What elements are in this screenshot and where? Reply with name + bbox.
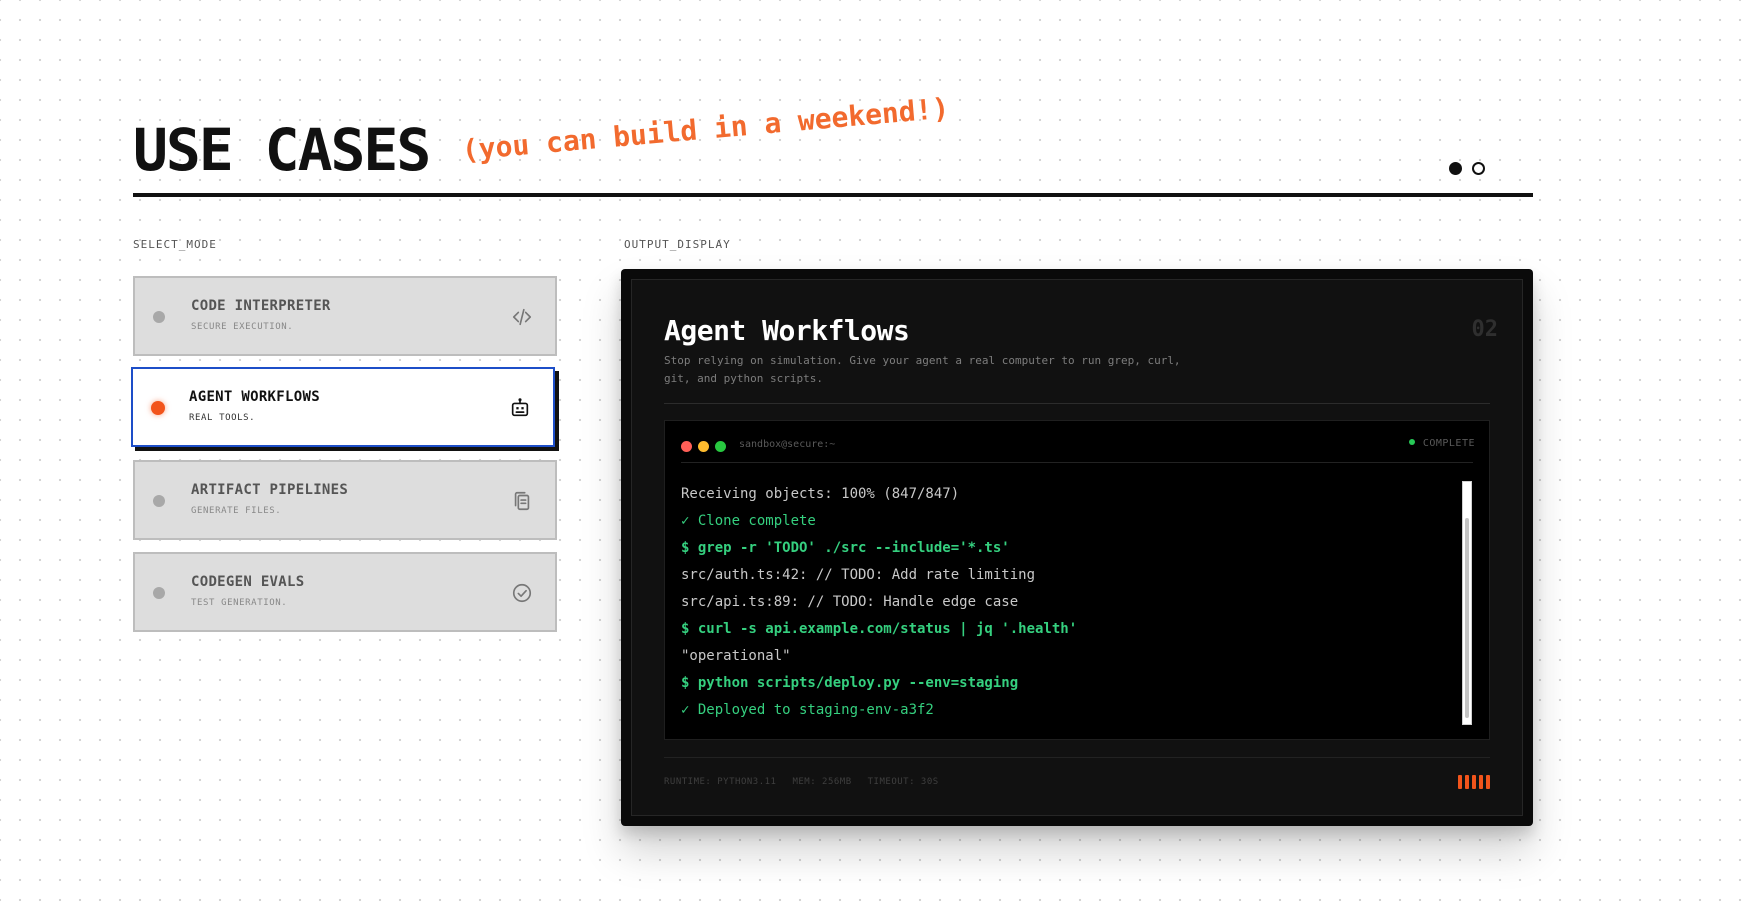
output-panel-inner: Agent Workflows 02 Stop relying on simul…	[631, 279, 1523, 816]
header-divider	[133, 193, 1533, 197]
runtime-label: RUNTIME: PYTHON3.11	[664, 777, 777, 787]
memory-label: MEM: 256MB	[792, 777, 852, 787]
runtime-meta: RUNTIME: PYTHON3.11 MEM: 256MB TIMEOUT: 30…	[664, 777, 955, 787]
terminal-divider	[681, 462, 1473, 463]
terminal-window: sandbox@secure:~ COMPLETE Receiving obje…	[664, 420, 1490, 740]
mode-subtitle: SECURE EXECUTION.	[191, 322, 294, 332]
terminal-output: Receiving objects: 100% (847/847) ✓ Clon…	[681, 481, 1441, 724]
timeout-label: TIMEOUT: 30S	[867, 777, 939, 787]
terminal-line: $ curl -s api.example.com/status | jq '.…	[681, 621, 1078, 637]
terminal-line: src/api.ts:89: // TODO: Handle edge case	[681, 594, 1019, 610]
code-icon	[511, 306, 533, 328]
output-number: 02	[1471, 317, 1499, 342]
mode-subtitle: REAL TOOLS.	[189, 413, 256, 423]
mode-title: ARTIFACT PIPELINES	[191, 482, 349, 498]
output-description: Stop relying on simulation. Give your ag…	[664, 354, 1181, 385]
mode-card-agent-workflows[interactable]: AGENT WORKFLOWS REAL TOOLS.	[131, 367, 555, 447]
terminal-line: ✓ Deployed to staging-env-a3f2	[681, 702, 934, 718]
footer-divider	[664, 757, 1490, 758]
status-live-icon	[1408, 439, 1415, 445]
mode-indicator	[153, 587, 165, 599]
mode-title: AGENT WORKFLOWS	[189, 389, 320, 405]
terminal-line: Receiving objects: 100% (847/847)	[681, 486, 960, 502]
activity-bars-icon	[1455, 774, 1490, 789]
terminal-line: src/auth.ts:42: // TODO: Add rate limiti…	[681, 567, 1036, 583]
output-title: Agent Workflows	[664, 314, 910, 347]
scrollbar-thumb[interactable]	[1465, 518, 1469, 718]
check-circle-icon	[511, 582, 533, 604]
pager-dot-1[interactable]	[1449, 162, 1462, 175]
mode-subtitle: GENERATE FILES.	[191, 506, 282, 516]
mode-title: CODE INTERPRETER	[191, 298, 331, 314]
select-mode-label: SELECT_MODE	[133, 238, 217, 251]
page-subtitle: (you can build in a weekend!)	[460, 91, 951, 167]
mode-indicator	[153, 495, 165, 507]
mode-subtitle: TEST GENERATION.	[191, 598, 288, 608]
terminal-host: sandbox@secure:~	[739, 439, 836, 450]
page-title: USE CASES	[133, 116, 431, 184]
files-icon	[511, 490, 533, 512]
terminal-close-dot[interactable]	[681, 441, 692, 452]
terminal-line: $ python scripts/deploy.py --env=staging	[681, 675, 1019, 691]
mode-card-code-interpreter[interactable]: CODE INTERPRETER SECURE EXECUTION.	[133, 276, 557, 356]
pager-dot-2[interactable]	[1472, 162, 1485, 175]
mode-card-codegen-evals[interactable]: CODEGEN EVALS TEST GENERATION.	[133, 552, 557, 632]
terminal-status-text: COMPLETE	[1422, 438, 1475, 449]
output-display-label: OUTPUT_DISPLAY	[624, 238, 731, 251]
mode-card-artifact-pipelines[interactable]: ARTIFACT PIPELINES GENERATE FILES.	[133, 460, 557, 540]
terminal-line: ✓ Clone complete	[681, 513, 816, 529]
mode-title: CODEGEN EVALS	[191, 574, 305, 590]
terminal-line: $ grep -r 'TODO' ./src --include='*.ts'	[681, 540, 1010, 556]
terminal-status: COMPLETE	[1408, 438, 1475, 449]
mode-indicator	[151, 401, 165, 415]
output-panel: Agent Workflows 02 Stop relying on simul…	[621, 269, 1533, 826]
panel-divider	[664, 403, 1490, 404]
terminal-line: "operational"	[681, 648, 791, 664]
terminal-maximize-dot[interactable]	[715, 441, 726, 452]
terminal-minimize-dot[interactable]	[698, 441, 709, 452]
terminal-scrollbar[interactable]	[1462, 481, 1472, 725]
robot-icon	[509, 397, 531, 419]
mode-indicator	[153, 311, 165, 323]
